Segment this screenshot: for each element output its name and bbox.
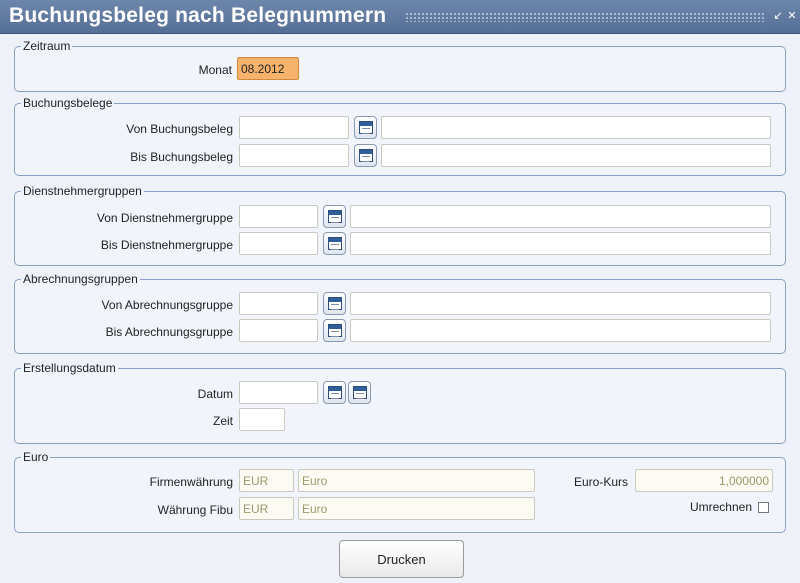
lookup-icon	[328, 237, 342, 250]
lookup-icon	[359, 149, 373, 162]
waehrung-fibu-code	[239, 497, 294, 520]
window-title: Buchungsbeleg nach Belegnummern	[9, 4, 387, 27]
firmenwaehrung-name	[298, 469, 535, 492]
group-zeitraum-legend: Zeitraum	[23, 39, 71, 53]
waehrung-fibu-label: Währung Fibu	[157, 503, 233, 517]
monat-input[interactable]	[237, 57, 299, 80]
eurokurs-label: Euro-Kurs	[573, 475, 628, 489]
datum-today-button[interactable]	[348, 381, 371, 404]
firmenwaehrung-code	[239, 469, 294, 492]
lookup-icon	[328, 297, 342, 310]
eurokurs-input	[635, 469, 773, 492]
close-icon[interactable]: ✕	[786, 10, 798, 22]
bis-buchungsbeleg-input[interactable]	[239, 144, 349, 167]
bis-dienstnehmergruppe-input[interactable]	[239, 232, 318, 255]
calendar-icon	[328, 386, 342, 399]
von-abrechnungsgruppe-label: Von Abrechnungsgruppe	[101, 298, 233, 312]
bis-abrechnungsgruppe-description[interactable]	[350, 319, 771, 342]
von-dienstnehmergruppe-input[interactable]	[239, 205, 318, 228]
calendar-icon	[353, 386, 367, 399]
von-buchungsbeleg-label: Von Buchungsbeleg	[126, 122, 233, 136]
group-euro-legend: Euro	[23, 450, 49, 464]
datum-calendar-button[interactable]	[323, 381, 346, 404]
bis-dienstnehmergruppe-label: Bis Dienstnehmergruppe	[100, 238, 233, 252]
bis-abrechnungsgruppe-label: Bis Abrechnungsgruppe	[105, 325, 233, 339]
bis-dienstnehmergruppe-description[interactable]	[350, 232, 771, 255]
bis-dienstnehmergruppe-lookup-button[interactable]	[323, 232, 346, 255]
group-dienstnehmergruppen-legend: Dienstnehmergruppen	[23, 184, 142, 198]
von-abrechnungsgruppe-input[interactable]	[239, 292, 318, 315]
group-erstellungsdatum: Erstellungsdatum	[14, 361, 786, 444]
title-bar: Buchungsbeleg nach Belegnummern ↙ ✕	[0, 0, 800, 34]
bis-abrechnungsgruppe-input[interactable]	[239, 319, 318, 342]
lookup-icon	[359, 121, 373, 134]
title-bar-pattern	[405, 12, 765, 22]
bis-buchungsbeleg-label: Bis Buchungsbeleg	[130, 150, 233, 164]
lookup-icon	[328, 324, 342, 337]
group-buchungsbelege-legend: Buchungsbelege	[23, 96, 113, 110]
von-abrechnungsgruppe-description[interactable]	[350, 292, 771, 315]
drucken-button[interactable]: Drucken	[339, 540, 464, 578]
group-erstellungsdatum-legend: Erstellungsdatum	[23, 361, 116, 375]
group-abrechnungsgruppen-legend: Abrechnungsgruppen	[23, 272, 138, 286]
bis-abrechnungsgruppe-lookup-button[interactable]	[323, 319, 346, 342]
zeit-label: Zeit	[212, 414, 233, 428]
minimize-icon[interactable]: ↙	[772, 10, 784, 22]
lookup-icon	[328, 210, 342, 223]
umrechnen-label: Umrechnen	[689, 500, 752, 514]
von-dienstnehmergruppe-label: Von Dienstnehmergruppe	[96, 211, 233, 225]
datum-input[interactable]	[239, 381, 318, 404]
von-buchungsbeleg-description[interactable]	[381, 116, 771, 139]
von-abrechnungsgruppe-lookup-button[interactable]	[323, 292, 346, 315]
zeit-input[interactable]	[239, 408, 285, 431]
form-content: Zeitraum Monat Buchungsbelege Von Buchun…	[0, 34, 800, 583]
group-zeitraum: Zeitraum	[14, 39, 786, 92]
bis-buchungsbeleg-lookup-button[interactable]	[354, 144, 377, 167]
monat-label: Monat	[198, 63, 232, 77]
von-buchungsbeleg-lookup-button[interactable]	[354, 116, 377, 139]
waehrung-fibu-name	[298, 497, 535, 520]
firmenwaehrung-label: Firmenwährung	[149, 475, 233, 489]
datum-label: Datum	[197, 387, 233, 401]
von-buchungsbeleg-input[interactable]	[239, 116, 349, 139]
umrechnen-checkbox[interactable]	[758, 502, 769, 513]
von-dienstnehmergruppe-lookup-button[interactable]	[323, 205, 346, 228]
bis-buchungsbeleg-description[interactable]	[381, 144, 771, 167]
von-dienstnehmergruppe-description[interactable]	[350, 205, 771, 228]
